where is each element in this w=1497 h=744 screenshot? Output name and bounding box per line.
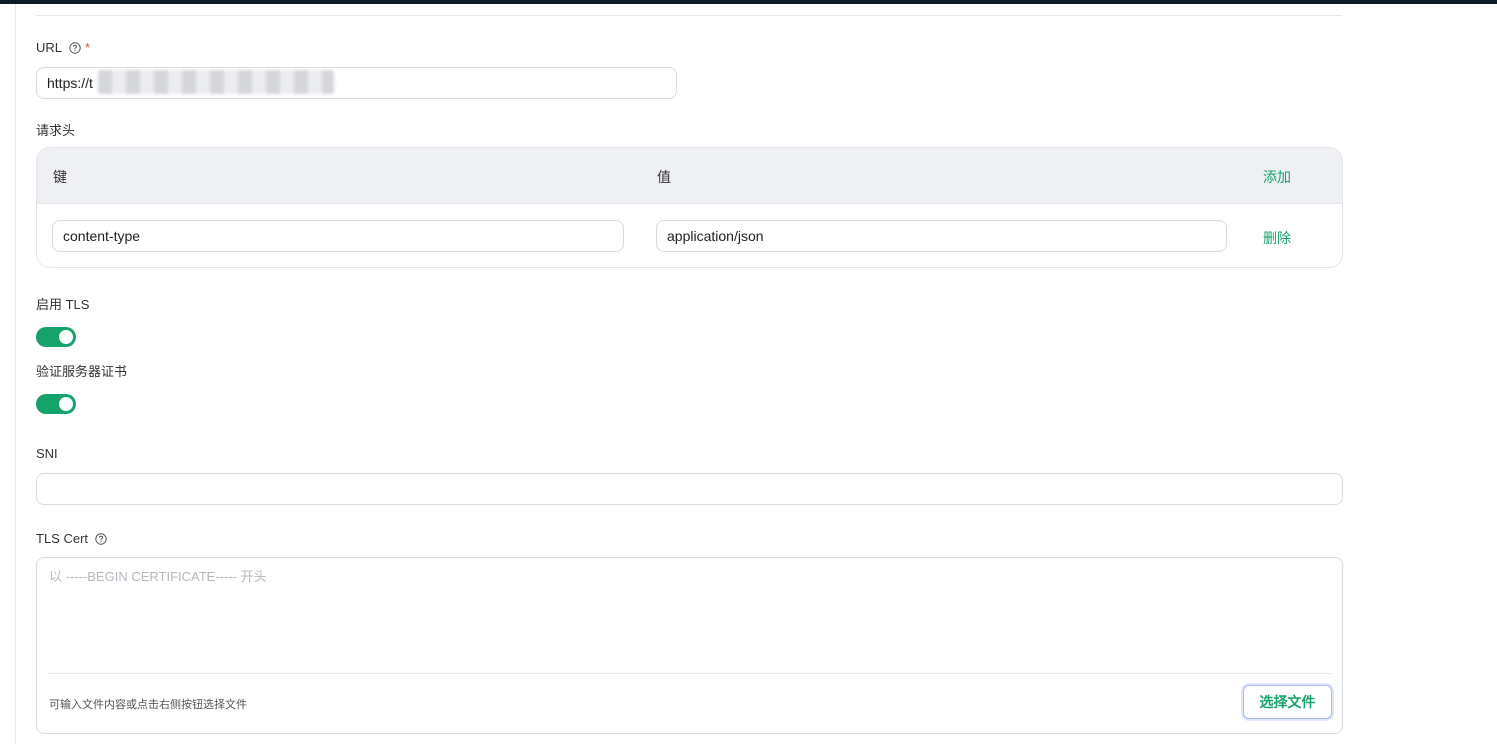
tls-cert-hint: 可输入文件内容或点击右侧按钮选择文件 [49,699,247,711]
verify-cert-toggle[interactable] [36,394,76,414]
header-key-input[interactable] [52,220,624,252]
section-divider [36,15,1342,16]
headers-label: 请求头 [36,123,76,138]
redacted-region [98,70,334,94]
tls-cert-textarea[interactable] [49,566,1329,670]
required-mark: * [85,40,91,55]
url-label: URL [36,40,63,55]
key-column-header: 键 [53,169,67,185]
choose-file-button[interactable]: 选择文件 [1243,685,1332,719]
header-value-input[interactable] [656,220,1227,252]
tls-toggle[interactable] [36,327,76,347]
value-column-header: 值 [657,169,671,185]
left-border [15,4,16,744]
question-circle-icon[interactable] [95,532,107,545]
tls-cert-box: 可输入文件内容或点击右侧按钮选择文件 选择文件 [36,557,1343,734]
tls-label: 启用 TLS [36,297,90,312]
top-bar [0,0,1497,4]
url-field-wrapper [36,67,677,99]
sni-label: SNI [36,446,58,461]
delete-header-button[interactable]: 删除 [1263,228,1291,248]
question-circle-icon[interactable] [69,41,81,54]
tls-cert-label-row: TLS Cert [36,531,107,546]
url-label-row: URL * [36,40,90,55]
headers-table: 键 值 添加 删除 [36,147,1343,268]
cert-divider [49,673,1332,674]
toggle-knob [59,330,73,344]
add-header-button[interactable]: 添加 [1263,167,1291,187]
tls-cert-label: TLS Cert [36,531,89,546]
toggle-knob [59,397,73,411]
headers-table-header: 键 值 添加 [37,148,1342,204]
verify-cert-label: 验证服务器证书 [36,364,128,379]
sni-input[interactable] [36,473,1343,505]
